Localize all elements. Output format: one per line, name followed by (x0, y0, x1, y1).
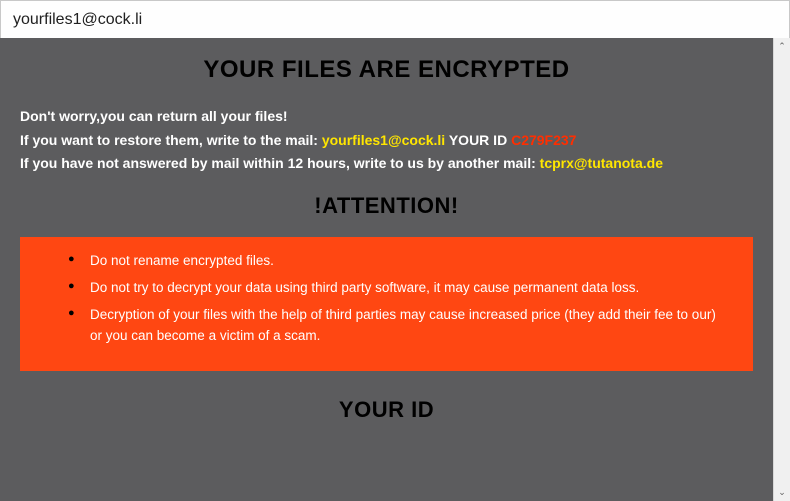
warning-list: Do not rename encrypted files. Do not tr… (68, 251, 725, 347)
intro-line3-prefix: If you have not answered by mail within … (20, 155, 540, 171)
window-title: yourfiles1@cock.li (13, 11, 142, 29)
your-id-label: YOUR ID (449, 132, 511, 148)
scroll-down-button[interactable]: ⌄ (774, 484, 790, 501)
heading-attention: !ATTENTION! (20, 193, 753, 219)
list-item: Decryption of your files with the help o… (68, 305, 725, 347)
intro-line-2: If you want to restore them, write to th… (20, 130, 753, 152)
content-pane: YOUR FILES ARE ENCRYPTED Don't worry,you… (0, 38, 773, 501)
chevron-up-icon: ⌃ (778, 41, 786, 52)
warning-box: Do not rename encrypted files. Do not tr… (20, 237, 753, 371)
primary-email: yourfiles1@cock.li (322, 132, 445, 148)
list-item: Do not rename encrypted files. (68, 251, 725, 272)
secondary-email: tcprx@tutanota.de (540, 155, 663, 171)
heading-main: YOUR FILES ARE ENCRYPTED (20, 56, 753, 84)
scroll-up-button[interactable]: ⌃ (774, 38, 790, 55)
list-item: Do not try to decrypt your data using th… (68, 278, 725, 299)
intro-line-1: Don't worry,you can return all your file… (20, 106, 753, 128)
your-id-value: C279F237 (511, 132, 576, 148)
heading-your-id: YOUR ID (20, 397, 753, 423)
intro-block: Don't worry,you can return all your file… (20, 106, 753, 175)
vertical-scrollbar[interactable]: ⌃ ⌄ (773, 38, 790, 501)
intro-line-3: If you have not answered by mail within … (20, 153, 753, 175)
intro-line2-prefix: If you want to restore them, write to th… (20, 132, 322, 148)
window-titlebar: yourfiles1@cock.li (1, 1, 789, 39)
viewport: YOUR FILES ARE ENCRYPTED Don't worry,you… (0, 38, 790, 501)
chevron-down-icon: ⌄ (778, 487, 786, 498)
